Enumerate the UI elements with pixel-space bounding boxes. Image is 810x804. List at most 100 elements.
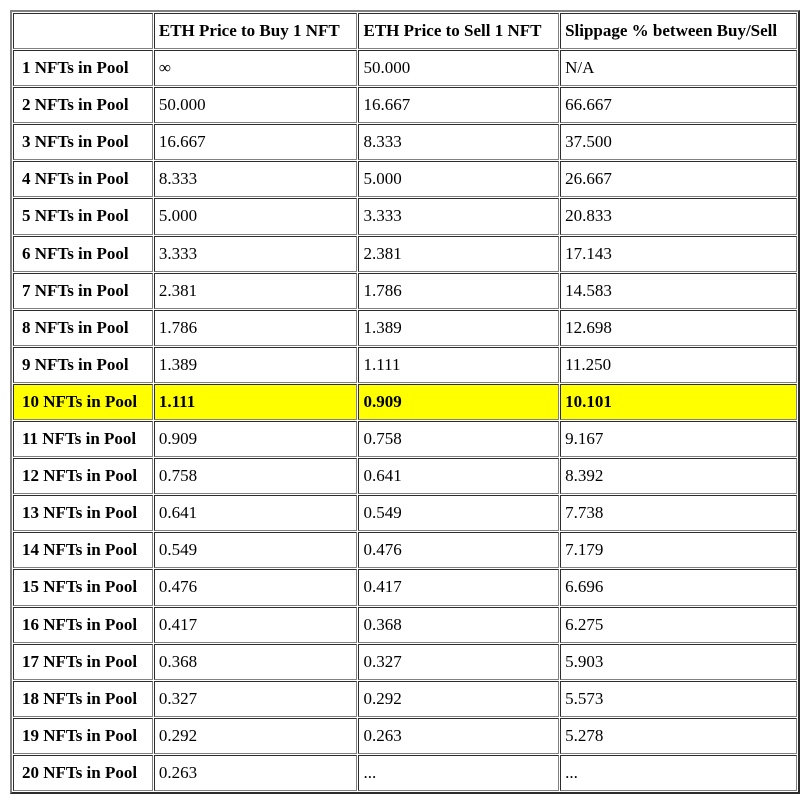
table-row: 15 NFTs in Pool0.4760.4176.696: [13, 569, 797, 605]
cell-slippage: 7.179: [560, 532, 797, 568]
cell-slippage: 37.500: [560, 124, 797, 160]
cell-slippage: 5.573: [560, 681, 797, 717]
row-label: 16 NFTs in Pool: [13, 607, 153, 643]
cell-slippage: 66.667: [560, 87, 797, 123]
cell-sell: 0.292: [358, 681, 559, 717]
cell-slippage: 17.143: [560, 236, 797, 272]
cell-slippage: 6.696: [560, 569, 797, 605]
table-row: 4 NFTs in Pool8.3335.00026.667: [13, 161, 797, 197]
cell-sell: 1.111: [358, 347, 559, 383]
cell-buy: 1.786: [154, 310, 358, 346]
header-slippage: Slippage % between Buy/Sell: [560, 13, 797, 49]
table-row: 19 NFTs in Pool0.2920.2635.278: [13, 718, 797, 754]
cell-buy: 0.368: [154, 644, 358, 680]
cell-sell: 8.333: [358, 124, 559, 160]
cell-slippage: 7.738: [560, 495, 797, 531]
cell-sell: 50.000: [358, 50, 559, 86]
table-row: 7 NFTs in Pool2.3811.78614.583: [13, 273, 797, 309]
pricing-table: ETH Price to Buy 1 NFT ETH Price to Sell…: [10, 10, 800, 794]
cell-buy: 0.417: [154, 607, 358, 643]
cell-sell: 0.263: [358, 718, 559, 754]
row-label: 13 NFTs in Pool: [13, 495, 153, 531]
cell-sell: 0.327: [358, 644, 559, 680]
cell-buy: ∞: [154, 50, 358, 86]
row-label: 6 NFTs in Pool: [13, 236, 153, 272]
row-label: 17 NFTs in Pool: [13, 644, 153, 680]
cell-slippage: N/A: [560, 50, 797, 86]
table-header-row: ETH Price to Buy 1 NFT ETH Price to Sell…: [13, 13, 797, 49]
row-label: 9 NFTs in Pool: [13, 347, 153, 383]
table-row: 9 NFTs in Pool1.3891.11111.250: [13, 347, 797, 383]
cell-slippage: 12.698: [560, 310, 797, 346]
table-row: 18 NFTs in Pool0.3270.2925.573: [13, 681, 797, 717]
table-row: 16 NFTs in Pool0.4170.3686.275: [13, 607, 797, 643]
row-label: 11 NFTs in Pool: [13, 421, 153, 457]
row-label: 8 NFTs in Pool: [13, 310, 153, 346]
cell-sell: 0.641: [358, 458, 559, 494]
cell-sell: 16.667: [358, 87, 559, 123]
cell-buy: 0.758: [154, 458, 358, 494]
cell-buy: 0.909: [154, 421, 358, 457]
cell-buy: 50.000: [154, 87, 358, 123]
row-label: 18 NFTs in Pool: [13, 681, 153, 717]
cell-sell: 1.786: [358, 273, 559, 309]
row-label: 14 NFTs in Pool: [13, 532, 153, 568]
table-row: 6 NFTs in Pool3.3332.38117.143: [13, 236, 797, 272]
cell-buy: 2.381: [154, 273, 358, 309]
row-label: 1 NFTs in Pool: [13, 50, 153, 86]
cell-buy: 1.389: [154, 347, 358, 383]
cell-sell: 3.333: [358, 198, 559, 234]
table-row: 20 NFTs in Pool0.263......: [13, 755, 797, 791]
cell-sell: ...: [358, 755, 559, 791]
cell-buy: 0.476: [154, 569, 358, 605]
cell-sell: 0.368: [358, 607, 559, 643]
row-label: 4 NFTs in Pool: [13, 161, 153, 197]
cell-sell: 5.000: [358, 161, 559, 197]
row-label: 5 NFTs in Pool: [13, 198, 153, 234]
cell-buy: 5.000: [154, 198, 358, 234]
cell-sell: 2.381: [358, 236, 559, 272]
cell-sell: 1.389: [358, 310, 559, 346]
table-row: 13 NFTs in Pool0.6410.5497.738: [13, 495, 797, 531]
row-label: 7 NFTs in Pool: [13, 273, 153, 309]
cell-slippage: 6.275: [560, 607, 797, 643]
cell-buy: 0.641: [154, 495, 358, 531]
cell-sell: 0.417: [358, 569, 559, 605]
cell-slippage: 10.101: [560, 384, 797, 420]
cell-buy: 0.549: [154, 532, 358, 568]
cell-slippage: 20.833: [560, 198, 797, 234]
row-label: 12 NFTs in Pool: [13, 458, 153, 494]
cell-slippage: ...: [560, 755, 797, 791]
table-row: 10 NFTs in Pool1.1110.90910.101: [13, 384, 797, 420]
cell-buy: 8.333: [154, 161, 358, 197]
cell-buy: 0.263: [154, 755, 358, 791]
row-label: 19 NFTs in Pool: [13, 718, 153, 754]
table-row: 14 NFTs in Pool0.5490.4767.179: [13, 532, 797, 568]
table-row: 5 NFTs in Pool5.0003.33320.833: [13, 198, 797, 234]
cell-slippage: 5.903: [560, 644, 797, 680]
cell-buy: 16.667: [154, 124, 358, 160]
table-row: 17 NFTs in Pool0.3680.3275.903: [13, 644, 797, 680]
cell-slippage: 9.167: [560, 421, 797, 457]
table-row: 1 NFTs in Pool∞50.000N/A: [13, 50, 797, 86]
cell-sell: 0.476: [358, 532, 559, 568]
cell-sell: 0.909: [358, 384, 559, 420]
row-label: 2 NFTs in Pool: [13, 87, 153, 123]
table-row: 12 NFTs in Pool0.7580.6418.392: [13, 458, 797, 494]
cell-buy: 1.111: [154, 384, 358, 420]
header-buy: ETH Price to Buy 1 NFT: [154, 13, 358, 49]
header-sell: ETH Price to Sell 1 NFT: [358, 13, 559, 49]
cell-slippage: 11.250: [560, 347, 797, 383]
cell-sell: 0.758: [358, 421, 559, 457]
row-label: 15 NFTs in Pool: [13, 569, 153, 605]
row-label: 3 NFTs in Pool: [13, 124, 153, 160]
cell-slippage: 8.392: [560, 458, 797, 494]
header-corner: [13, 13, 153, 49]
cell-sell: 0.549: [358, 495, 559, 531]
table-body: 1 NFTs in Pool∞50.000N/A2 NFTs in Pool50…: [13, 50, 797, 791]
cell-buy: 3.333: [154, 236, 358, 272]
cell-buy: 0.292: [154, 718, 358, 754]
table-row: 3 NFTs in Pool16.6678.33337.500: [13, 124, 797, 160]
cell-slippage: 5.278: [560, 718, 797, 754]
table-row: 11 NFTs in Pool0.9090.7589.167: [13, 421, 797, 457]
